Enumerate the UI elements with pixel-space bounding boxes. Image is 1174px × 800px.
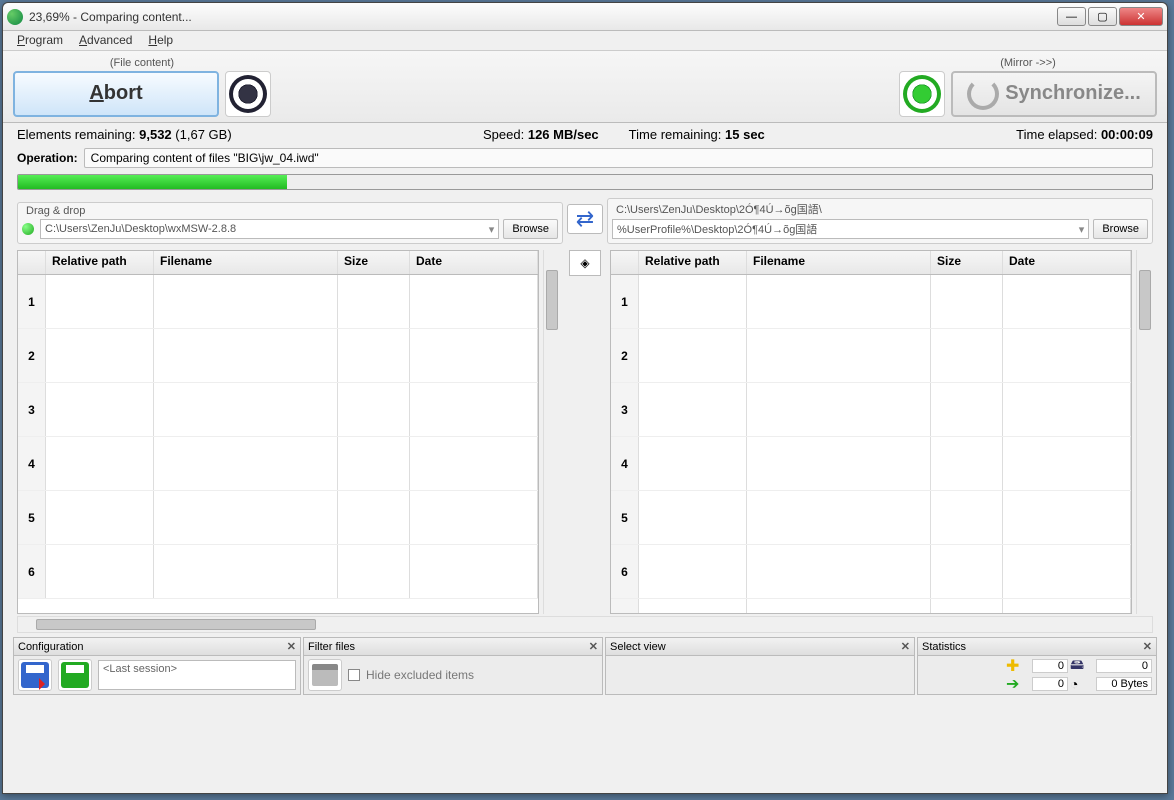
menu-advanced[interactable]: Advanced (73, 33, 138, 48)
table-row[interactable]: 2 (611, 329, 1131, 383)
left-browse-button[interactable]: Browse (503, 219, 558, 239)
disk-icon: 🖴 (1070, 654, 1094, 678)
table-row[interactable]: 4 (611, 437, 1131, 491)
comparison-grids: Relative path Filename Size Date 123456 … (3, 244, 1167, 616)
left-path-input[interactable]: C:\Users\ZenJu\Desktop\wxMSW-2.8.8▾ (40, 219, 499, 239)
hide-excluded-label: Hide excluded items (366, 668, 474, 682)
compare-settings-button[interactable] (225, 71, 271, 117)
right-grid: Relative path Filename Size Date 1234567 (610, 250, 1132, 614)
table-row[interactable]: 6 (18, 545, 538, 599)
right-scrollbar[interactable] (1136, 250, 1153, 614)
titlebar[interactable]: 23,69% - Comparing content... — ▢ ✕ (3, 3, 1167, 31)
right-path-header: C:\Users\ZenJu\Desktop\2Ó¶4Ú→õg国語\ (612, 201, 1148, 219)
swap-arrow-icon: ⇄ (576, 206, 594, 232)
table-row[interactable]: 7 (611, 599, 1131, 613)
pie-icon: ◔ (1070, 676, 1094, 692)
filter-settings-button[interactable] (308, 659, 342, 691)
table-row[interactable]: 4 (18, 437, 538, 491)
gear-icon (907, 79, 937, 109)
sync-settings-button[interactable] (899, 71, 945, 117)
table-row[interactable]: 1 (611, 275, 1131, 329)
panel-select-view: Select view✕ (605, 637, 915, 695)
close-panel-icon[interactable]: ✕ (901, 640, 910, 653)
synchronize-button[interactable]: Synchronize... (951, 71, 1157, 117)
hide-excluded-checkbox[interactable] (348, 669, 360, 681)
col-size[interactable]: Size (931, 251, 1003, 274)
add-icon: ✚ (1006, 656, 1030, 676)
operation-text: Comparing content of files "BIG\jw_04.iw… (84, 148, 1153, 168)
col-relative-path[interactable]: Relative path (639, 251, 747, 274)
close-panel-icon[interactable]: ✕ (1143, 640, 1152, 653)
stat-add-count: 0 (1032, 659, 1068, 673)
progress-bar (17, 174, 1153, 190)
left-path-label: Drag & drop (22, 205, 558, 219)
close-button[interactable]: ✕ (1119, 7, 1163, 26)
status-row: Elements remaining: 9,532 (1,67 GB) Spee… (3, 123, 1167, 146)
table-row[interactable]: 3 (18, 383, 538, 437)
cube-icon: ◈ (580, 256, 589, 270)
col-date[interactable]: Date (410, 251, 538, 274)
sync-group-label: (Mirror ->>) (1000, 57, 1056, 69)
col-filename[interactable]: Filename (747, 251, 931, 274)
filter-icon (312, 664, 338, 686)
table-row[interactable]: 3 (611, 383, 1131, 437)
floppy-icon (61, 662, 89, 688)
maximize-button[interactable]: ▢ (1088, 7, 1117, 26)
load-config-button[interactable] (58, 659, 92, 691)
abort-button[interactable]: Abort (13, 71, 219, 117)
col-date[interactable]: Date (1003, 251, 1131, 274)
close-panel-icon[interactable]: ✕ (589, 640, 598, 653)
stat-bytes: 0 Bytes (1096, 677, 1152, 691)
left-grid: Relative path Filename Size Date 123456 (17, 250, 539, 614)
table-row[interactable]: 5 (611, 491, 1131, 545)
session-list[interactable]: <Last session> (98, 660, 296, 690)
path-section: Drag & drop C:\Users\ZenJu\Desktop\wxMSW… (3, 198, 1167, 244)
floppy-icon (21, 662, 49, 688)
table-row[interactable]: 2 (18, 329, 538, 383)
left-scrollbar[interactable] (543, 250, 560, 614)
status-dot-icon (22, 223, 34, 235)
table-row[interactable]: 6 (611, 545, 1131, 599)
save-config-button[interactable] (18, 659, 52, 691)
compare-group-label: (File content) (110, 57, 174, 69)
operation-label: Operation: (17, 151, 78, 165)
window-title: 23,69% - Comparing content... (29, 10, 1057, 24)
panel-filter: Filter files✕ Hide excluded items (303, 637, 603, 695)
middle-action-button[interactable]: ◈ (569, 250, 601, 276)
swap-sides-button[interactable]: ⇄ (567, 204, 603, 234)
menu-program[interactable]: Program (11, 33, 69, 48)
sync-icon (967, 78, 999, 110)
close-panel-icon[interactable]: ✕ (287, 640, 296, 653)
synchronize-label: Synchronize... (1005, 82, 1141, 105)
progress-fill (18, 175, 287, 189)
bottom-panels: Configuration✕ <Last session> Filter fil… (13, 637, 1157, 695)
col-relative-path[interactable]: Relative path (46, 251, 154, 274)
right-browse-button[interactable]: Browse (1093, 219, 1148, 239)
panel-configuration: Configuration✕ <Last session> (13, 637, 301, 695)
app-window: 23,69% - Comparing content... — ▢ ✕ Prog… (2, 2, 1168, 794)
col-size[interactable]: Size (338, 251, 410, 274)
arrow-icon: ➔ (1006, 674, 1030, 694)
table-row[interactable]: 5 (18, 491, 538, 545)
stat-arrow-count: 0 (1032, 677, 1068, 691)
col-filename[interactable]: Filename (154, 251, 338, 274)
minimize-button[interactable]: — (1057, 7, 1086, 26)
operation-row: Operation: Comparing content of files "B… (3, 146, 1167, 174)
right-path-input[interactable]: %UserProfile%\Desktop\2Ó¶4Ú→õg国語▾ (612, 219, 1089, 239)
menu-help[interactable]: Help (142, 33, 179, 48)
table-row[interactable]: 1 (18, 275, 538, 329)
horizontal-scrollbar[interactable] (17, 616, 1153, 633)
stat-disk-count: 0 (1096, 659, 1152, 673)
menubar: Program Advanced Help (3, 31, 1167, 51)
gear-icon (233, 79, 263, 109)
toolbar: (File content) Abort (Mirror ->>) Synchr… (3, 51, 1167, 123)
panel-statistics: Statistics✕ ✚ 0 🖴 0 ➔ 0 ◔ 0 Bytes (917, 637, 1157, 695)
app-icon (7, 9, 23, 25)
